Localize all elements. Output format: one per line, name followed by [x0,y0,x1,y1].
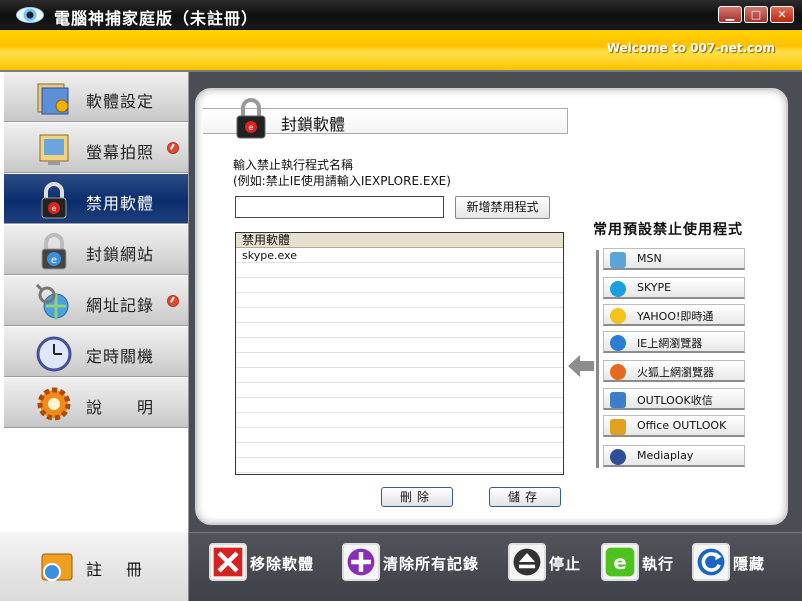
save-button[interactable]: 儲存 [489,487,561,507]
preset-label: Office OUTLOOK [637,419,727,432]
sidebar-item-label: 軟體設定 [86,92,155,111]
skype-icon [610,281,626,297]
preset-label: MSN [637,252,662,265]
register-folder-icon [41,553,73,581]
presets-divider [596,250,599,468]
preset-outlook-express-button[interactable]: OUTLOOK收信 [603,388,745,410]
list-item[interactable]: skype.exe [236,248,563,263]
outlook-express-icon [610,392,626,408]
svg-text:e: e [51,255,57,266]
preset-label: Mediaplay [637,449,694,462]
sidebar-item-label: 封鎖網站 [86,245,155,264]
internet-explorer-icon [610,335,626,351]
sidebar-item-label: 定時關機 [86,347,155,366]
preset-label: SKYPE [637,281,672,294]
app-eye-logo-icon [16,7,44,23]
list-header: 禁用軟體 [236,233,563,248]
office-outlook-icon [610,419,626,435]
delete-button[interactable]: 刪除 [381,487,453,507]
preset-office-outlook-button[interactable]: Office OUTLOOK [603,415,745,437]
window-controls: ▁ □ ✕ [718,6,794,23]
program-name-input[interactable] [235,196,444,218]
preset-ie-button[interactable]: IE上網瀏覽器 [603,331,745,353]
preset-label: OUTLOOK收信 [637,394,713,407]
preset-yahoo-button[interactable]: YAHOO!即時通 [603,304,745,326]
remove-x-icon [209,543,247,581]
url-log-icon [35,283,69,319]
stop-eject-icon [508,543,546,581]
preset-label: 火狐上網瀏覽器 [637,366,714,379]
block-software-lock-icon: e [41,182,67,219]
run-icon: e [601,543,639,581]
software-settings-icon [37,83,69,115]
stop-label: 停止 [549,555,582,573]
svg-text:e: e [613,551,626,574]
arrow-left-icon [568,355,594,377]
preset-skype-button[interactable]: SKYPE [603,277,745,299]
close-button[interactable]: ✕ [770,6,794,23]
sidebar: 軟體設定 螢幕拍照 e 禁用軟體 e 封鎖網站 網址記錄 定時關機 說 明 [0,72,189,532]
add-blocked-program-button[interactable]: 新增禁用程式 [455,196,550,219]
clear-logs-icon [342,543,380,581]
sidebar-item-block-website[interactable]: e 封鎖網站 [4,225,188,275]
welcome-text: Welcome to 007-net.com [606,41,775,55]
sidebar-item-label: 禁用軟體 [86,194,155,213]
hide-refresh-icon [692,543,730,581]
sidebar-item-url-log[interactable]: 網址記錄 [4,276,188,326]
msn-icon [610,252,626,268]
preset-firefox-button[interactable]: 火狐上網瀏覽器 [603,360,745,382]
hide-label: 隱藏 [733,555,766,573]
preset-label: YAHOO!即時通 [637,310,714,323]
media-player-icon [610,449,626,465]
clear-logs-label: 清除所有記錄 [383,555,480,573]
minimize-button[interactable]: ▁ [718,6,742,23]
window-title: 電腦神捕家庭版（未註冊） [54,9,259,28]
sidebar-item-label: 螢幕拍照 [86,143,155,162]
svg-text:e: e [249,123,254,132]
preset-label: IE上網瀏覽器 [637,337,703,350]
sidebar-item-timer-shutdown[interactable]: 定時關機 [4,327,188,377]
run-label: 執行 [642,555,675,573]
sidebar-item-software-settings[interactable]: 軟體設定 [4,72,188,122]
register-button[interactable]: 註冊 [86,556,166,580]
timer-shutdown-clock-icon [36,336,72,372]
svg-text:e: e [52,204,57,213]
sidebar-item-label: 網址記錄 [86,296,155,315]
preset-mediaplayer-button[interactable]: Mediaplay [603,445,745,467]
input-label: 輸入禁止執行程式名稱 [233,158,354,172]
blocked-software-list[interactable]: 禁用軟體 skype.exe [235,232,564,475]
sidebar-item-block-software[interactable]: e 禁用軟體 [4,174,188,224]
remove-software-label: 移除軟體 [250,555,315,573]
help-gear-icon [37,387,71,421]
preset-msn-button[interactable]: MSN [603,248,745,270]
block-website-lock-icon: e [41,233,67,270]
section-lock-icon: e [236,98,266,139]
status-dot-icon [167,295,179,307]
title-bar: 電腦神捕家庭版（未註冊） ▁ □ ✕ [0,0,802,30]
presets-title: 常用預設禁止使用程式 [593,222,743,238]
screenshot-icon [39,134,69,165]
sidebar-item-help[interactable]: 說 明 [4,378,188,428]
section-title: 封鎖軟體 [281,115,346,134]
input-example-label: (例如:禁止IE使用請輸入IEXPLORE.EXE) [233,174,451,188]
maximize-button[interactable]: □ [744,6,768,23]
firefox-icon [610,364,626,380]
banner: Welcome to 007-net.com [0,30,802,72]
sidebar-item-screenshot[interactable]: 螢幕拍照 [4,123,188,173]
yahoo-smiley-icon [610,308,626,324]
status-dot-icon [167,142,179,154]
sidebar-item-label: 說 明 [86,398,155,417]
